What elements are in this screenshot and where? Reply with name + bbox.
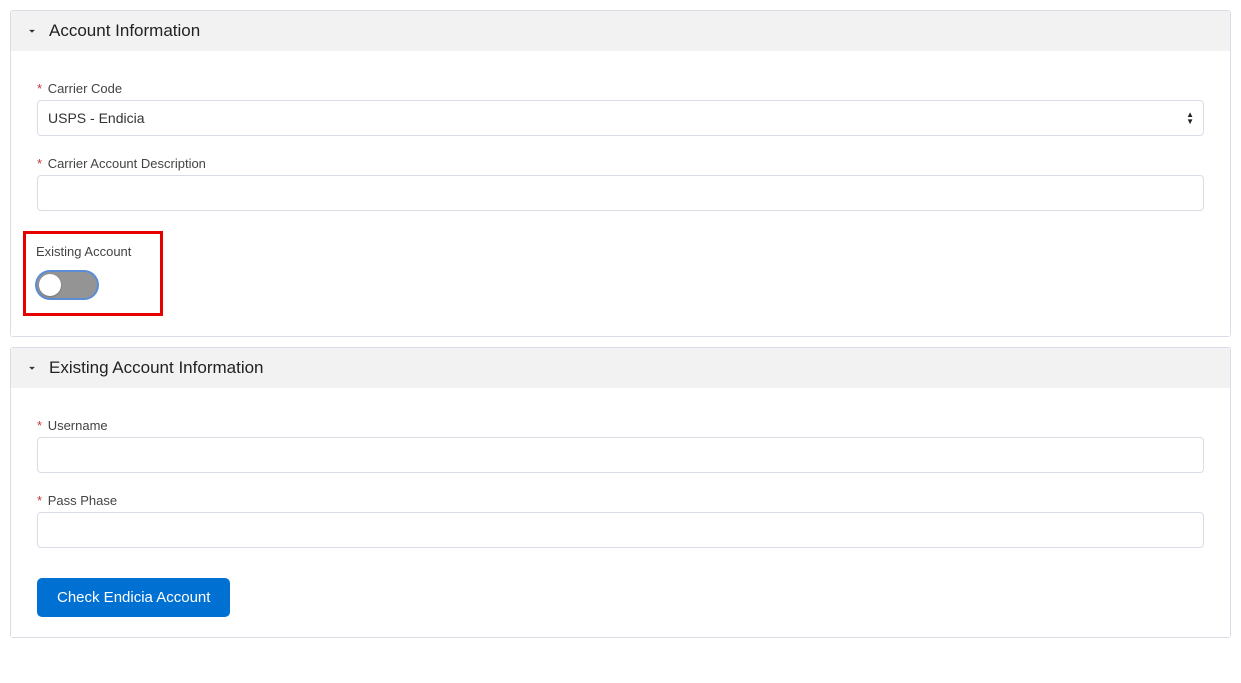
carrier-desc-input[interactable] [37, 175, 1204, 211]
existing-account-section: Existing Account Information * Username … [10, 347, 1231, 638]
chevron-down-icon [25, 24, 39, 38]
account-information-section: Account Information * Carrier Code USPS … [10, 10, 1231, 337]
passphase-label-text: Pass Phase [48, 493, 117, 508]
existing-account-toggle[interactable] [36, 271, 98, 299]
account-information-body: * Carrier Code USPS - Endicia ▲ ▼ * Carr… [11, 51, 1230, 336]
carrier-code-group: * Carrier Code USPS - Endicia ▲ ▼ [37, 81, 1204, 136]
passphase-input[interactable] [37, 512, 1204, 548]
section-title: Existing Account Information [49, 358, 264, 378]
carrier-code-select-wrapper: USPS - Endicia ▲ ▼ [37, 100, 1204, 136]
passphase-label: * Pass Phase [37, 493, 1204, 508]
username-input[interactable] [37, 437, 1204, 473]
carrier-desc-label-text: Carrier Account Description [48, 156, 206, 171]
carrier-desc-label: * Carrier Account Description [37, 156, 1204, 171]
existing-account-highlight: Existing Account [23, 231, 163, 316]
carrier-code-select[interactable]: USPS - Endicia [37, 100, 1204, 136]
section-title: Account Information [49, 21, 200, 41]
required-asterisk: * [37, 493, 42, 508]
existing-account-label: Existing Account [36, 244, 150, 259]
carrier-code-label: * Carrier Code [37, 81, 1204, 96]
passphase-group: * Pass Phase [37, 493, 1204, 548]
required-asterisk: * [37, 156, 42, 171]
account-information-header[interactable]: Account Information [11, 11, 1230, 51]
chevron-down-icon [25, 361, 39, 375]
username-label: * Username [37, 418, 1204, 433]
check-endicia-button[interactable]: Check Endicia Account [37, 578, 230, 617]
existing-account-body: * Username * Pass Phase Check Endicia Ac… [11, 388, 1230, 637]
username-label-text: Username [48, 418, 108, 433]
required-asterisk: * [37, 418, 42, 433]
carrier-code-label-text: Carrier Code [48, 81, 122, 96]
toggle-knob [39, 274, 61, 296]
carrier-desc-group: * Carrier Account Description [37, 156, 1204, 211]
existing-account-header[interactable]: Existing Account Information [11, 348, 1230, 388]
required-asterisk: * [37, 81, 42, 96]
username-group: * Username [37, 418, 1204, 473]
